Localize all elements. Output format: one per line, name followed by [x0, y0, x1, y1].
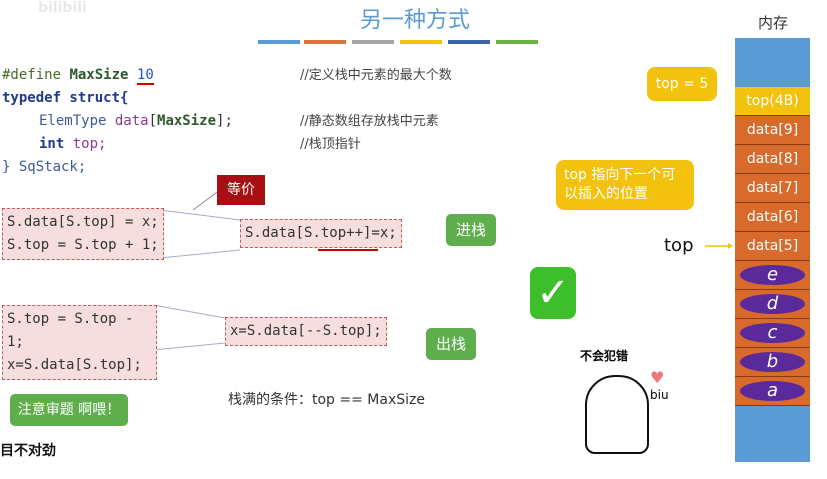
memory-data-cell: data[9] — [735, 116, 810, 145]
underline-mark — [318, 249, 378, 251]
pop-label: 出栈 — [426, 328, 476, 360]
stack-element: a — [740, 381, 805, 401]
check-icon: ✓ — [530, 267, 576, 319]
top-pointer-callout: top 指向下一个可以插入的位置 — [556, 160, 694, 210]
check-glyph: ✓ — [536, 270, 570, 316]
code-text: S.top = S.top - 1; — [7, 311, 134, 350]
memory-data-cell: data[5] — [735, 232, 810, 261]
heart-icon: ♥ — [650, 368, 665, 387]
stack-element: e — [740, 265, 805, 285]
warning-label: 注意审题 啊喂！ — [10, 394, 128, 426]
equiv-label: 等价 — [217, 175, 265, 205]
sticker-figure — [585, 375, 649, 454]
memory-header: 内存 — [758, 14, 789, 32]
memory-element-cell: a — [735, 377, 810, 406]
stack-element: c — [740, 323, 805, 343]
biu-text: biu — [650, 388, 669, 402]
push-label: 进栈 — [446, 214, 496, 246]
memory-element-cell: c — [735, 319, 810, 348]
memory-element-cell: d — [735, 290, 810, 319]
pop-long-code: S.top = S.top - 1; x=S.data[S.top]; — [2, 305, 157, 380]
code-text: x=S.data[--S.top]; — [230, 323, 382, 339]
push-long-code: S.data[S.top] = x; S.top = S.top + 1; — [2, 208, 164, 260]
no-mistake-text: 不会犯错 — [580, 349, 629, 363]
memory-data-cell: data[8] — [735, 145, 810, 174]
code-text: S.top = S.top + 1; — [7, 237, 159, 253]
memory-element-cell: b — [735, 348, 810, 377]
stack-element: d — [740, 294, 805, 314]
top-equals-callout: top = 5 — [647, 67, 717, 101]
stack-element: b — [740, 352, 805, 372]
memory-data-cell: data[6] — [735, 203, 810, 232]
full-condition: 栈满的条件：top == MaxSize — [228, 392, 425, 408]
top-pointer-label: top — [664, 235, 694, 256]
pop-short-code: x=S.data[--S.top]; — [225, 317, 387, 346]
code-text: S.data[S.top++]=x; — [245, 225, 397, 241]
memory-column: top(4B) data[9] data[8] data[7] data[6] … — [735, 38, 810, 462]
code-text: S.data[S.top] = x; — [7, 214, 159, 230]
memory-element-cell: e — [735, 261, 810, 290]
subtitle-fragment: 目不对劲 — [0, 443, 56, 459]
code-text: x=S.data[S.top]; — [7, 357, 142, 373]
memory-top-cell: top(4B) — [735, 87, 810, 116]
push-short-code: S.data[S.top++]=x; — [240, 219, 402, 248]
memory-data-cell: data[7] — [735, 174, 810, 203]
